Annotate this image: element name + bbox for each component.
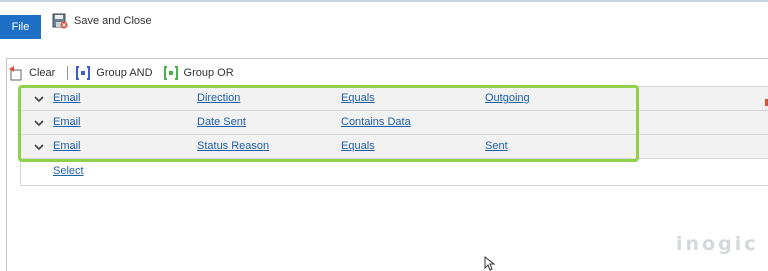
group-or-button[interactable]: Group OR — [163, 65, 234, 81]
clear-button[interactable]: Clear — [8, 65, 55, 81]
select-link[interactable]: Select — [53, 165, 84, 177]
toolbar-divider — [67, 66, 69, 80]
watermark-logo: inogic — [676, 233, 759, 255]
filter-toolbar: Clear Group AND Group OR — [8, 64, 234, 82]
grid-border — [20, 185, 768, 186]
clear-icon — [9, 66, 22, 81]
save-close-label: Save and Close — [74, 15, 152, 27]
group-or-label: Group OR — [183, 67, 234, 79]
file-button[interactable]: File — [0, 15, 41, 39]
mouse-cursor-icon — [484, 256, 496, 271]
save-close-icon — [52, 13, 68, 29]
group-or-icon — [163, 66, 178, 80]
group-and-button[interactable]: Group AND — [75, 65, 153, 81]
group-and-label: Group AND — [96, 67, 153, 79]
ribbon: File Save and Close — [0, 0, 768, 40]
clear-label: Clear — [29, 67, 56, 79]
group-and-icon — [76, 66, 91, 80]
save-and-close-button[interactable]: Save and Close — [52, 10, 152, 32]
highlight-box — [18, 85, 639, 162]
